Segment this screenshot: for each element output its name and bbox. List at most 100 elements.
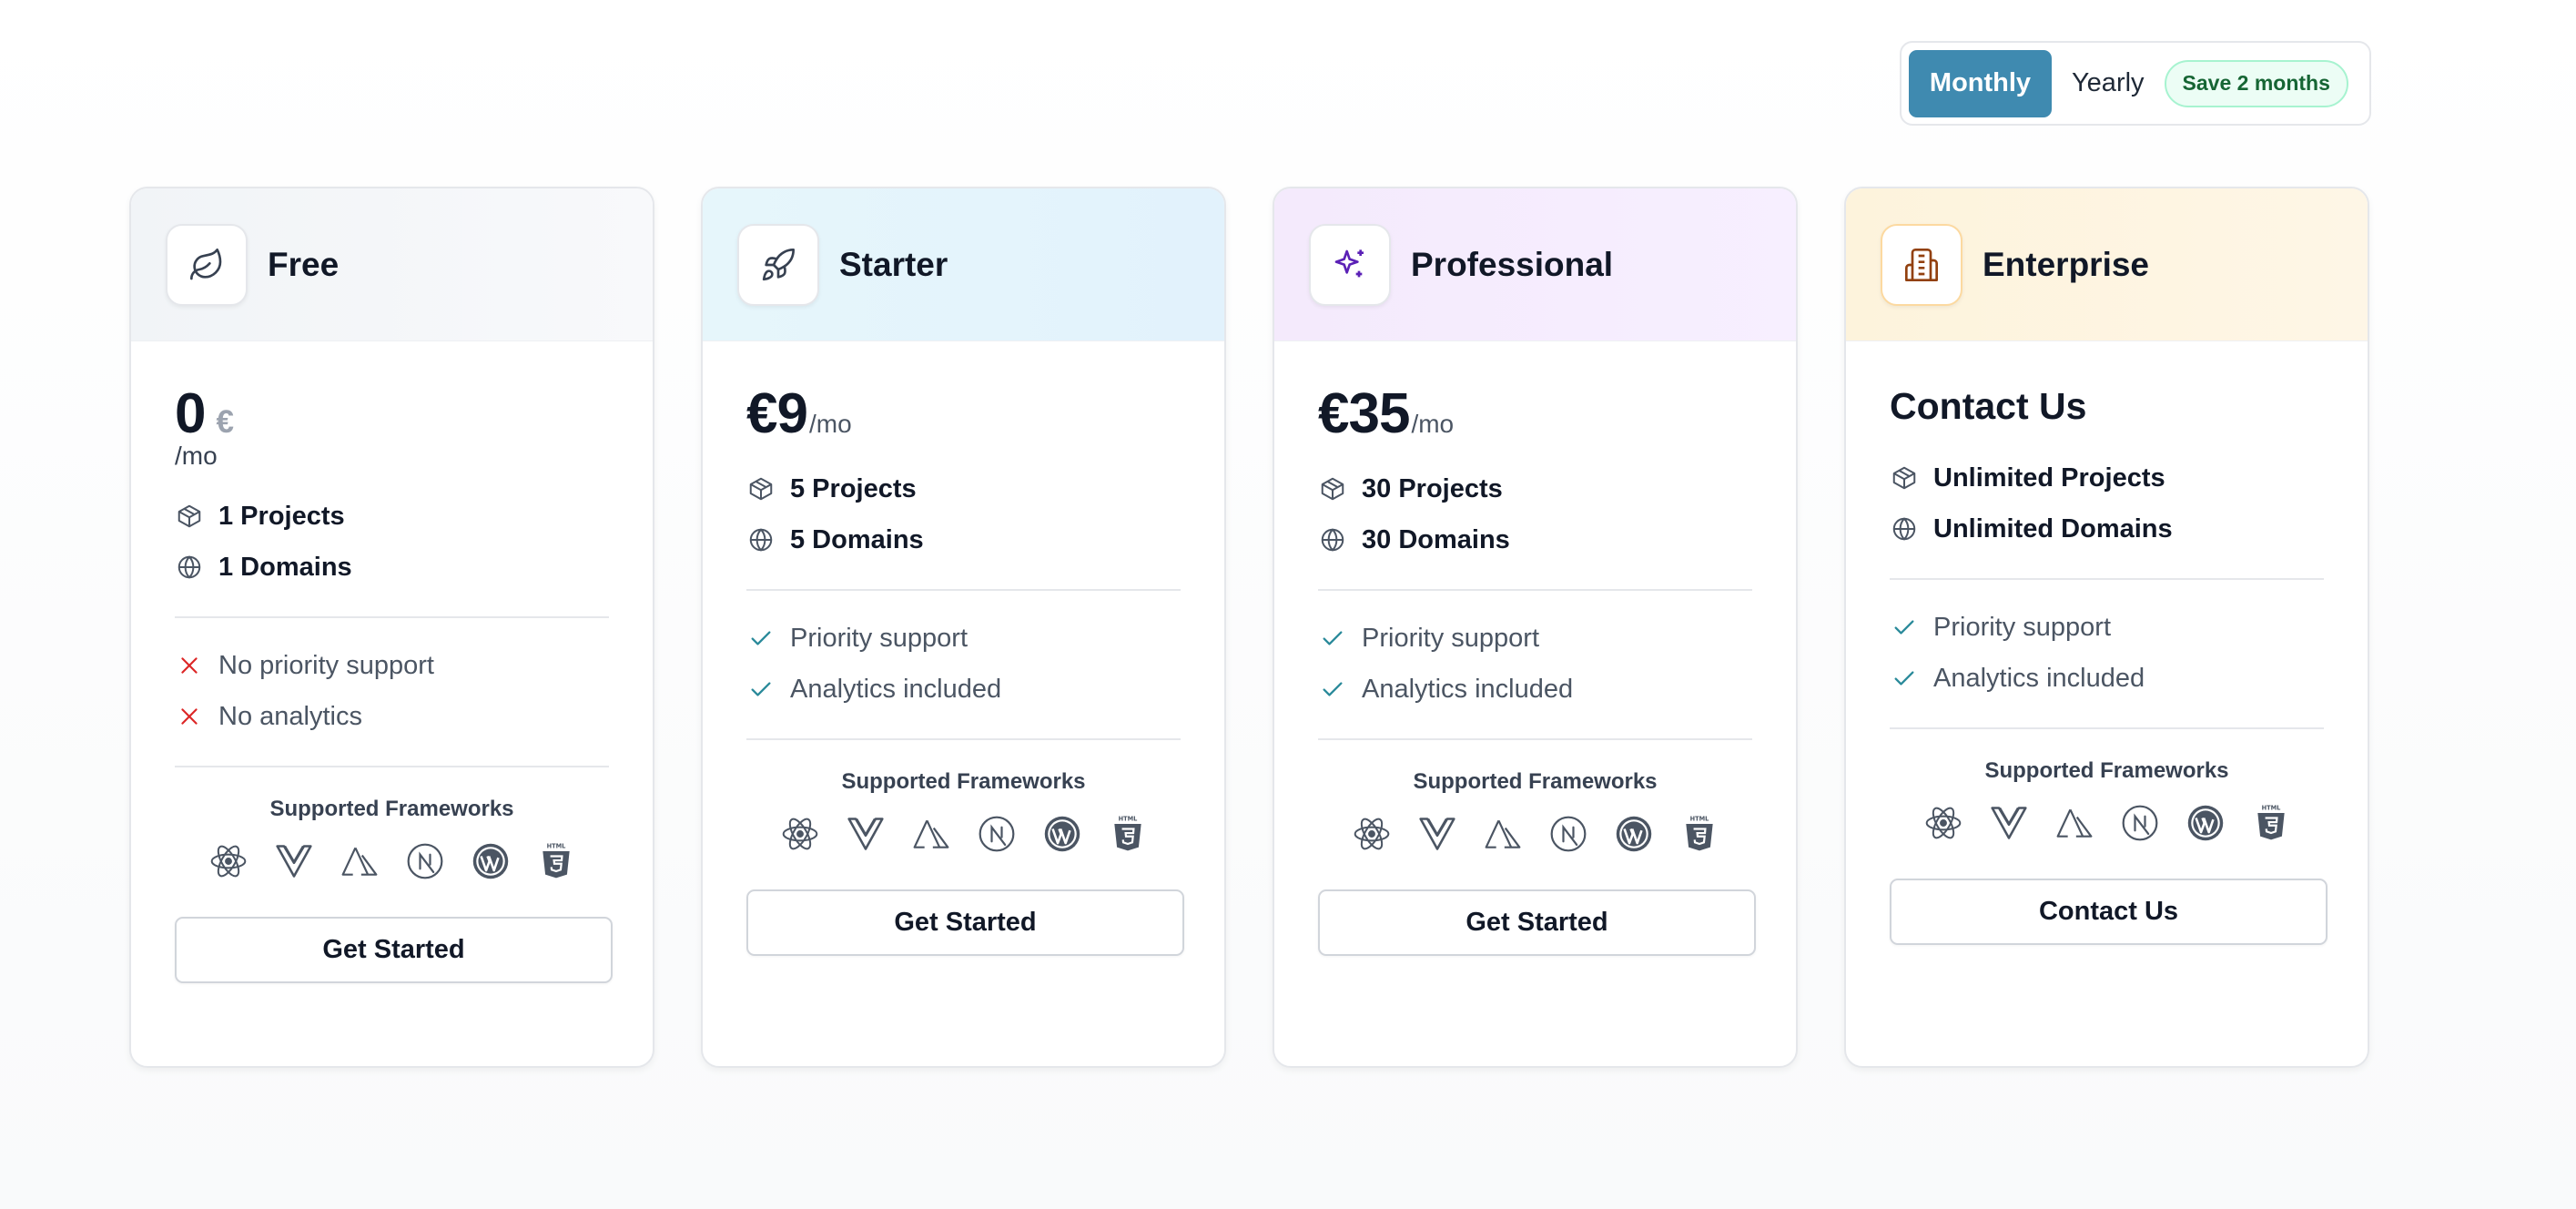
plan-name: Professional bbox=[1411, 245, 1614, 283]
vue-icon bbox=[1416, 813, 1458, 855]
check-icon bbox=[1318, 675, 1347, 704]
html5-icon: HTML bbox=[1107, 813, 1149, 855]
feature-item: Priority support bbox=[1890, 602, 2324, 653]
projects-label: 5 Projects bbox=[790, 473, 917, 503]
sparkles-icon bbox=[1309, 223, 1391, 306]
feature-label: Priority support bbox=[790, 623, 969, 653]
feature-item: No priority support bbox=[175, 640, 609, 691]
react-icon bbox=[1922, 802, 1964, 844]
projects-feature: 5 Projects bbox=[746, 463, 1181, 514]
plan-price: €35 bbox=[1318, 382, 1410, 445]
domains-label: 5 Domains bbox=[790, 524, 924, 554]
get-started-button[interactable]: Get Started bbox=[175, 917, 613, 983]
feature-label: Priority support bbox=[1933, 612, 2112, 642]
wordpress-icon bbox=[1613, 813, 1655, 855]
plan-price: 0 bbox=[175, 382, 206, 445]
plan-header: Enterprise bbox=[1846, 188, 2368, 341]
projects-label: 1 Projects bbox=[218, 501, 345, 531]
svg-text:HTML: HTML bbox=[546, 843, 566, 850]
domains-feature: 5 Domains bbox=[746, 514, 1181, 565]
svg-text:HTML: HTML bbox=[2261, 805, 2281, 812]
domains-feature: Unlimited Domains bbox=[1890, 503, 2324, 554]
html5-icon: HTML bbox=[2250, 802, 2292, 844]
feature-item: Priority support bbox=[746, 613, 1181, 664]
price-period: /mo bbox=[1411, 410, 1455, 438]
plan-header: Free bbox=[131, 188, 653, 341]
feature-item: Analytics included bbox=[746, 664, 1181, 715]
contact-us-button[interactable]: Contact Us bbox=[1890, 879, 2328, 945]
nextjs-icon bbox=[976, 813, 1018, 855]
framework-icons: HTML bbox=[1890, 802, 2324, 844]
react-icon bbox=[208, 840, 249, 882]
projects-feature: 1 Projects bbox=[175, 491, 609, 542]
feature-label: Analytics included bbox=[1933, 663, 2145, 693]
nextjs-icon bbox=[404, 840, 446, 882]
price-period: /mo bbox=[175, 442, 218, 470]
html5-icon: HTML bbox=[535, 840, 577, 882]
plan-card-enterprise: Enterprise Contact Us Unlimited Projects… bbox=[1844, 187, 2369, 1068]
domains-label: 1 Domains bbox=[218, 552, 352, 582]
building-icon bbox=[1881, 223, 1962, 306]
frameworks-title: Supported Frameworks bbox=[841, 769, 1086, 794]
nuxt-icon bbox=[339, 840, 380, 882]
vue-icon bbox=[1988, 802, 2030, 844]
rocket-icon bbox=[737, 223, 819, 306]
x-icon bbox=[175, 702, 204, 731]
svg-text:HTML: HTML bbox=[1118, 816, 1138, 823]
nuxt-icon bbox=[910, 813, 952, 855]
feature-item: Analytics included bbox=[1318, 664, 1752, 715]
plan-header: Starter bbox=[703, 188, 1224, 341]
plan-price: Contact Us bbox=[1890, 385, 2087, 427]
nextjs-icon bbox=[2119, 802, 2161, 844]
package-icon bbox=[1318, 474, 1347, 503]
wordpress-icon bbox=[1041, 813, 1083, 855]
get-started-button[interactable]: Get Started bbox=[746, 889, 1184, 956]
nuxt-icon bbox=[2054, 802, 2095, 844]
check-icon bbox=[1890, 664, 1919, 693]
feature-label: No analytics bbox=[218, 701, 362, 731]
nuxt-icon bbox=[1482, 813, 1524, 855]
plan-header: Professional bbox=[1274, 188, 1796, 341]
frameworks-title: Supported Frameworks bbox=[269, 797, 514, 821]
vue-icon bbox=[273, 840, 315, 882]
domains-feature: 30 Domains bbox=[1318, 514, 1752, 565]
domains-label: 30 Domains bbox=[1362, 524, 1510, 554]
currency-symbol: € bbox=[216, 404, 234, 440]
package-icon bbox=[1890, 463, 1919, 493]
monthly-toggle-button[interactable]: Monthly bbox=[1909, 49, 2052, 117]
projects-feature: 30 Projects bbox=[1318, 463, 1752, 514]
vue-icon bbox=[845, 813, 887, 855]
react-icon bbox=[779, 813, 821, 855]
globe-icon bbox=[746, 525, 776, 554]
globe-icon bbox=[175, 553, 204, 582]
plan-name: Starter bbox=[839, 245, 948, 283]
nextjs-icon bbox=[1547, 813, 1589, 855]
leaf-icon bbox=[166, 223, 248, 306]
frameworks-title: Supported Frameworks bbox=[1413, 769, 1658, 794]
price-period: /mo bbox=[808, 410, 852, 438]
plan-name: Enterprise bbox=[1983, 245, 2150, 283]
feature-label: Priority support bbox=[1362, 623, 1540, 653]
feature-label: No priority support bbox=[218, 650, 434, 680]
wordpress-icon bbox=[2185, 802, 2226, 844]
billing-period-toggle: Monthly Yearly Save 2 months bbox=[1900, 41, 2371, 126]
pricing-cards: Free 0 € /mo 1 Projects 1 Domains No pri… bbox=[129, 187, 2369, 1068]
x-icon bbox=[175, 651, 204, 680]
package-icon bbox=[746, 474, 776, 503]
check-icon bbox=[1890, 613, 1919, 642]
plan-card-starter: Starter €9 /mo 5 Projects 5 Domains Prio… bbox=[701, 187, 1226, 1068]
get-started-button[interactable]: Get Started bbox=[1318, 889, 1756, 956]
globe-icon bbox=[1890, 514, 1919, 544]
feature-item: Analytics included bbox=[1890, 653, 2324, 704]
globe-icon bbox=[1318, 525, 1347, 554]
yearly-toggle-button[interactable]: Yearly bbox=[2052, 50, 2165, 117]
framework-icons: HTML bbox=[746, 813, 1181, 855]
feature-item: Priority support bbox=[1318, 613, 1752, 664]
feature-label: Analytics included bbox=[1362, 674, 1574, 704]
plan-card-free: Free 0 € /mo 1 Projects 1 Domains No pri… bbox=[129, 187, 654, 1068]
frameworks-title: Supported Frameworks bbox=[1984, 758, 2229, 783]
svg-text:HTML: HTML bbox=[1689, 816, 1709, 823]
projects-feature: Unlimited Projects bbox=[1890, 452, 2324, 503]
projects-label: 30 Projects bbox=[1362, 473, 1503, 503]
feature-item: No analytics bbox=[175, 691, 609, 742]
